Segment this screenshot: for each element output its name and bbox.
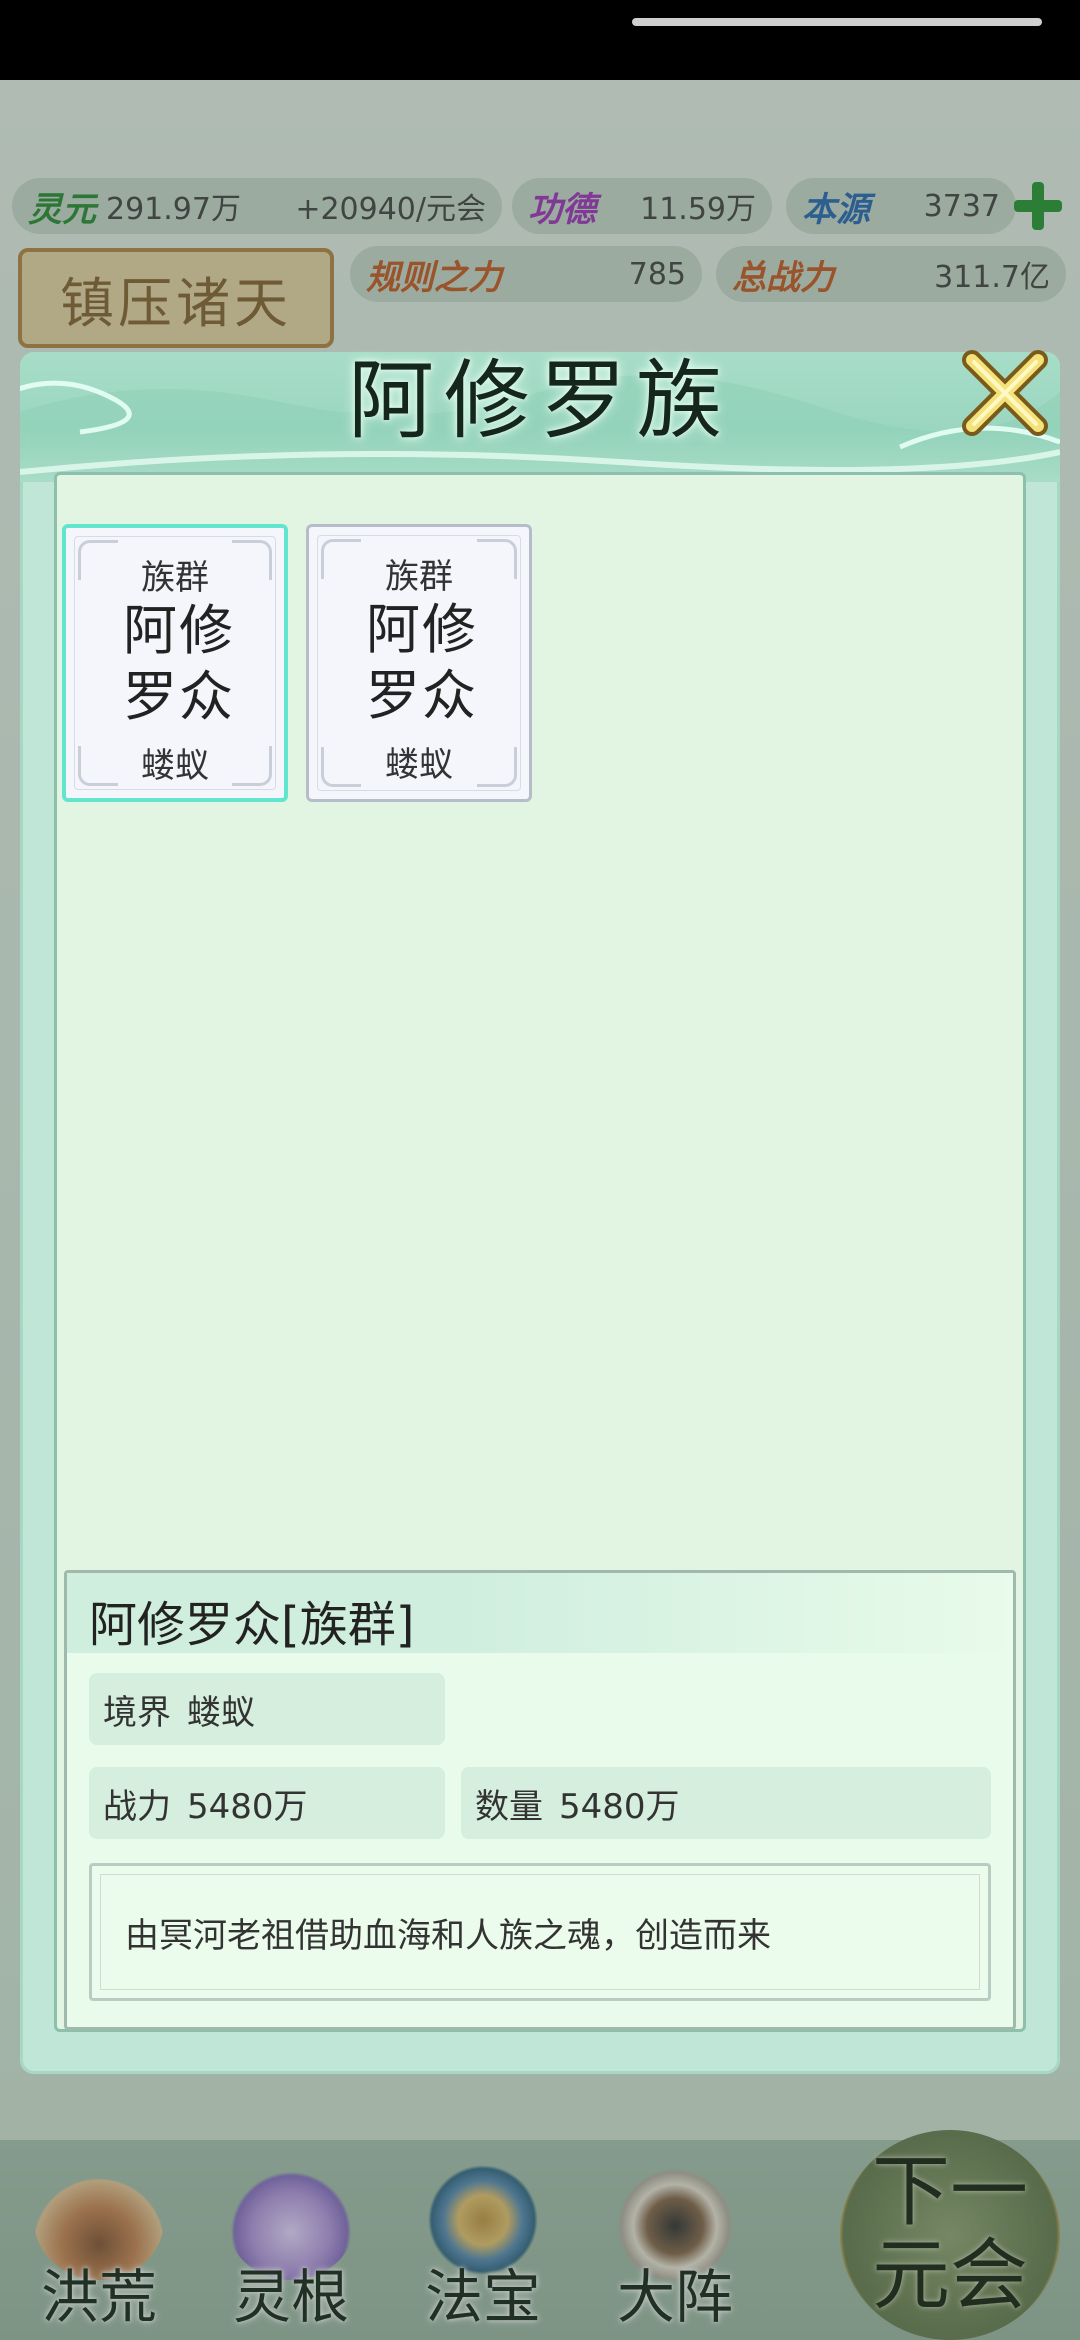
power-label: 战力 [103,1786,171,1827]
race-card[interactable]: 族群 阿修罗众 蝼蚁 [306,524,532,802]
description-text: 由冥河老祖借助血海和人族之魂，创造而来 [100,1874,980,1990]
count-stat: 数量 5480万 [461,1767,991,1839]
close-button[interactable] [960,348,1050,438]
card-realm: 蝼蚁 [141,746,209,786]
status-bar [0,0,1080,80]
detail-header: 阿修罗众[族群] [67,1573,1013,1653]
power-value: 5480万 [187,1786,308,1827]
card-type: 族群 [141,558,209,598]
card-realm: 蝼蚁 [385,745,453,785]
card-name: 阿修罗众 [123,599,235,728]
realm-label: 境界 [103,1692,171,1733]
detail-panel: 阿修罗众[族群] 境界 蝼蚁 战力 5480万 数量 5480万 由冥河老祖借助… [64,1570,1016,2030]
card-name: 阿修罗众 [366,598,478,727]
realm-stat: 境界 蝼蚁 [89,1673,445,1745]
race-card[interactable]: 族群 阿修罗众 蝼蚁 [62,524,288,802]
count-label: 数量 [475,1786,543,1827]
detail-title: 阿修罗众[族群] [89,1597,415,1653]
description-box: 由冥河老祖借助血海和人族之魂，创造而来 [89,1863,991,2001]
dialog-title: 阿修罗族 [348,351,732,451]
realm-value: 蝼蚁 [187,1692,255,1733]
gesture-pill [632,18,1042,26]
power-stat: 战力 5480万 [89,1767,445,1839]
count-value: 5480万 [559,1786,680,1827]
close-icon [962,350,1048,436]
card-type: 族群 [385,557,453,597]
